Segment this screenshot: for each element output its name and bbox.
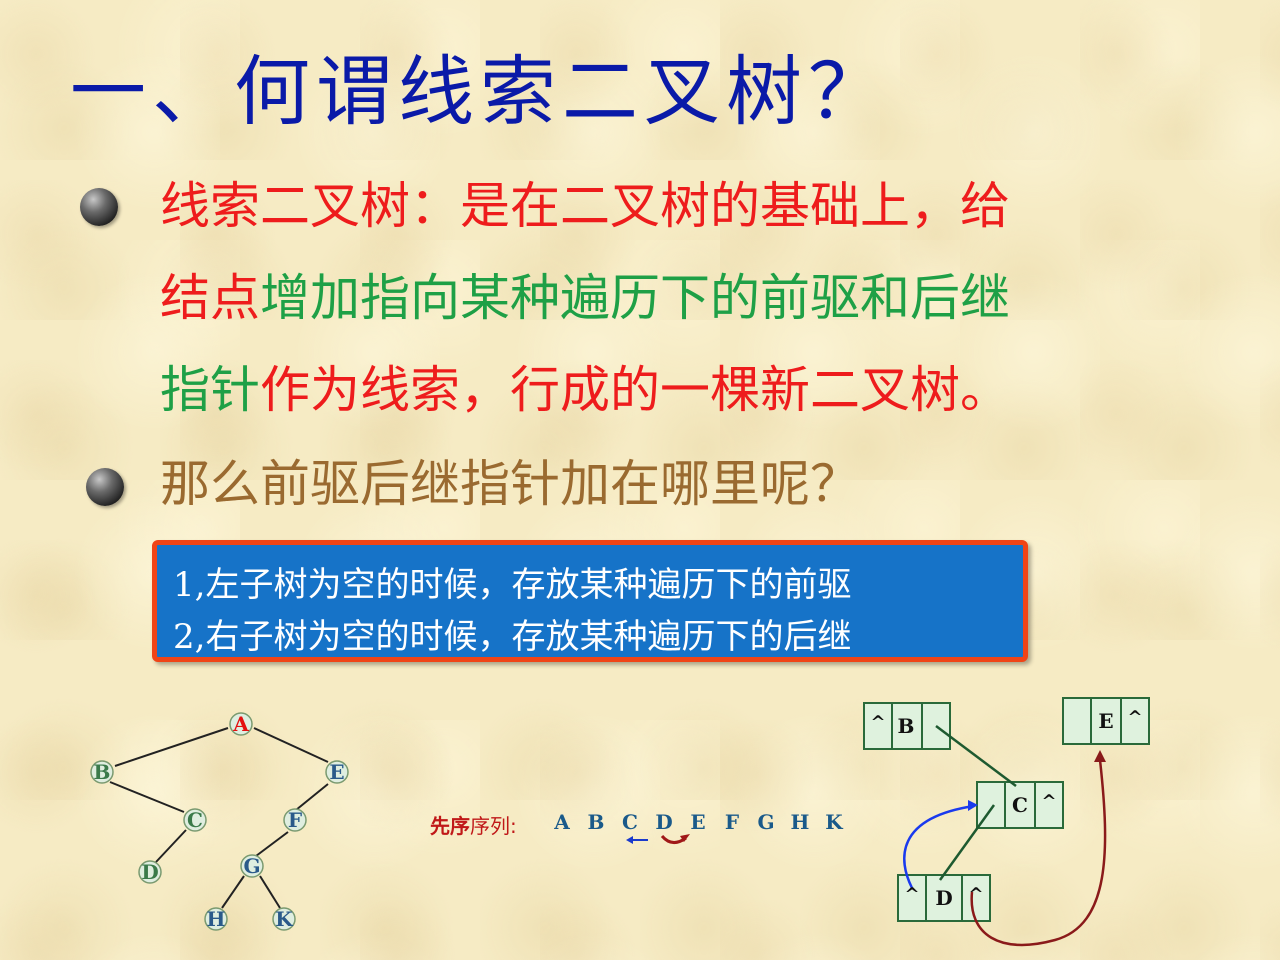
- b-data: B: [898, 714, 915, 738]
- e-data: E: [1098, 709, 1113, 733]
- threaded-nodes-diagram: ^ B E ^ C ^ ^ D ^: [863, 697, 1150, 947]
- e-right-null: ^: [1127, 707, 1142, 728]
- b-left-null: ^: [870, 712, 885, 733]
- d-data: D: [935, 886, 952, 910]
- c-right-null: ^: [1041, 791, 1056, 812]
- c-data: C: [1012, 793, 1028, 817]
- d-right-null: ^: [968, 884, 983, 905]
- d-left-null: ^: [904, 884, 919, 905]
